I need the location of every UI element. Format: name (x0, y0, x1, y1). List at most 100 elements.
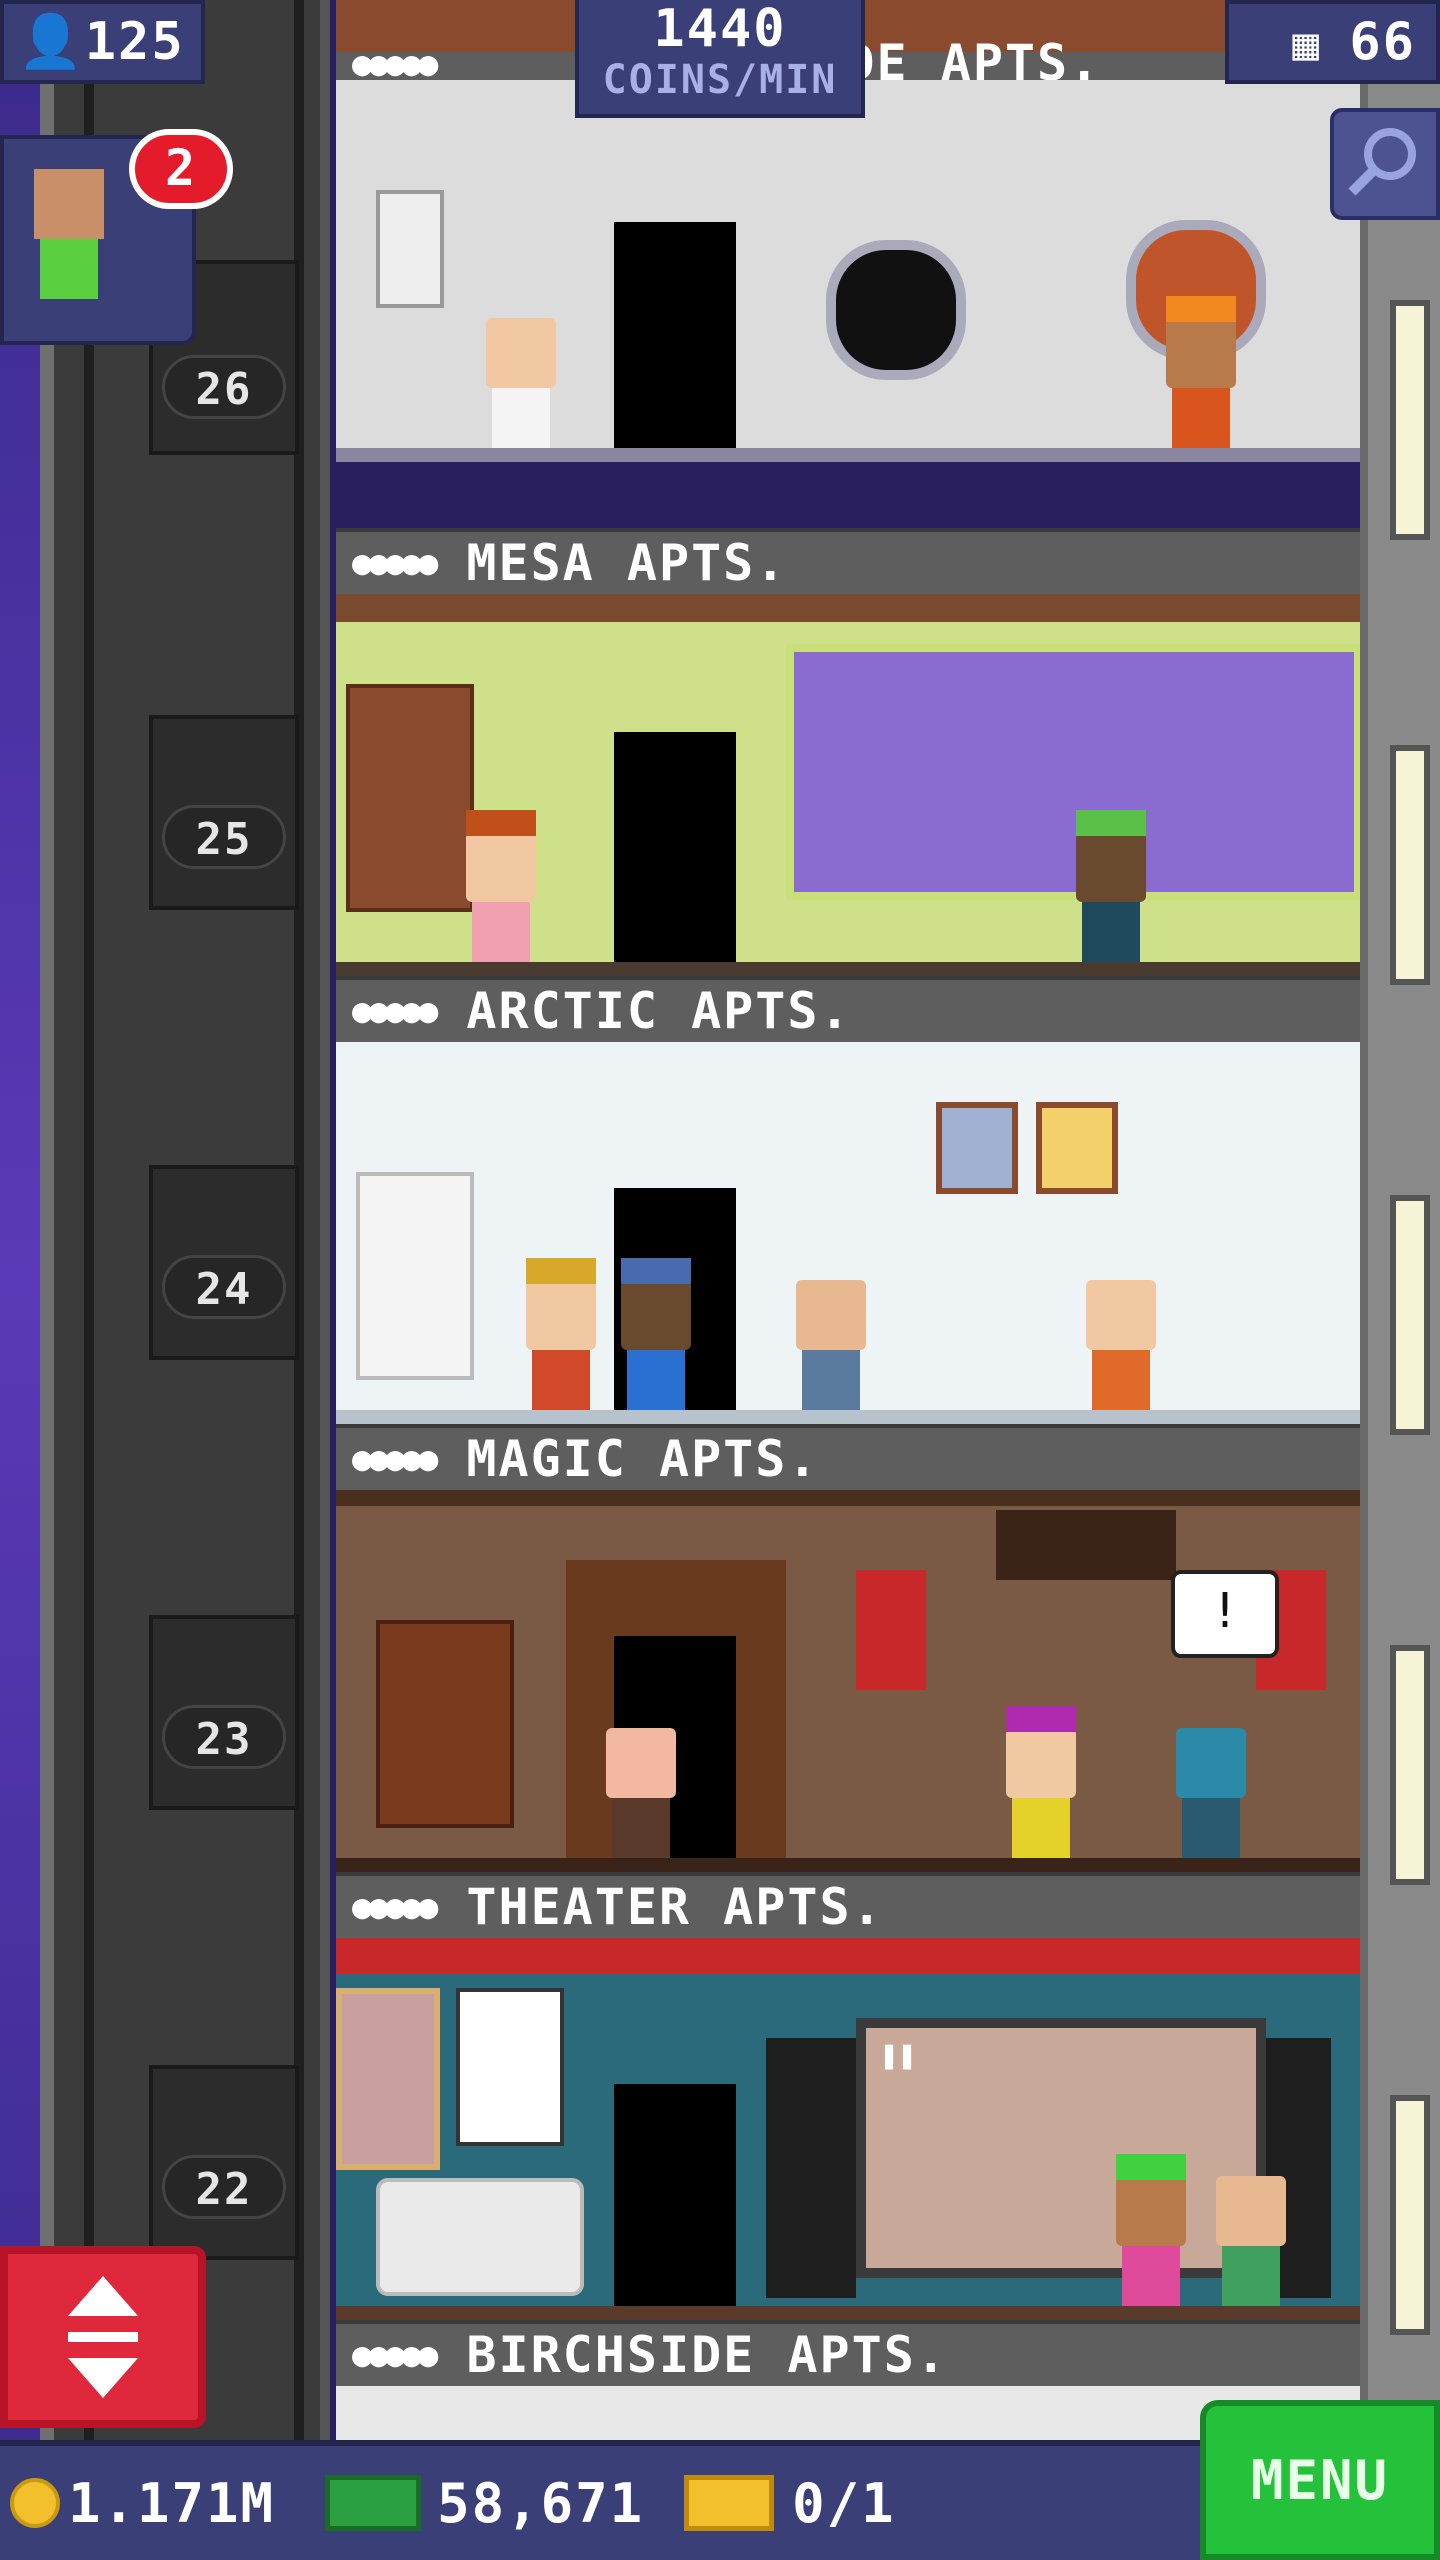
bitizen-body (802, 1350, 860, 1410)
bitizen-head (621, 1280, 691, 1350)
person-icon: 👤 (18, 12, 85, 72)
coin-icon (10, 2478, 60, 2528)
floor-name: MAGIC APTS. (466, 1430, 820, 1488)
bitizen[interactable] (1216, 2176, 1286, 2306)
banner (856, 1570, 926, 1690)
elevator-button[interactable] (0, 2246, 206, 2428)
ceiling-trim (336, 1938, 1360, 1974)
coins-display[interactable]: 1.171M (10, 2472, 275, 2535)
room-door (614, 2084, 736, 2320)
population-counter[interactable]: 👤125 (0, 0, 205, 84)
room-interior: ❚❚ (336, 1938, 1360, 2320)
zoom-button[interactable] (1330, 108, 1440, 220)
notification-badge: 2 (129, 129, 233, 209)
ticket-icon (684, 2475, 775, 2531)
bitizen-head (796, 1280, 866, 1350)
building-icon: ▦ (1292, 19, 1350, 70)
floor-name: BIRCHSIDE APTS. (466, 2326, 948, 2384)
coins-rate-value: 1440 (653, 0, 787, 59)
bitizen-head (1116, 2176, 1186, 2246)
bookshelf (376, 1620, 514, 1828)
hat (466, 810, 536, 836)
bitizen-body (492, 388, 550, 448)
floor-name: MESA APTS. (466, 534, 788, 592)
bitizen[interactable] (796, 1280, 866, 1410)
bux-value: 58,671 (437, 2471, 645, 2535)
bitizen[interactable] (606, 1728, 676, 1858)
bitizen[interactable] (486, 318, 556, 448)
tickets-display[interactable]: 0/1 (684, 2472, 896, 2535)
floor-25-mesa[interactable]: ●●●●● MESA APTS. (336, 528, 1360, 976)
ceiling-trim (336, 1490, 1360, 1506)
room-floor (336, 1858, 1360, 1872)
room-floor (336, 1410, 1360, 1424)
sofa (376, 2178, 584, 2296)
floor-number: 24 (162, 1255, 286, 1319)
refrigerator (356, 1172, 474, 1380)
room-floor (336, 448, 1360, 462)
bitizen[interactable] (1116, 2154, 1186, 2306)
cap (1076, 810, 1146, 836)
bitizen-body (627, 1350, 685, 1410)
bitizen-body (1012, 1798, 1070, 1858)
edge-window (1390, 2095, 1430, 2335)
speech-bubble-icon[interactable]: ! (1171, 1570, 1279, 1658)
bitizen-body (1222, 2246, 1280, 2306)
visitor-body (40, 239, 98, 299)
people-icons: ●●●●● (352, 44, 438, 84)
room-interior (336, 1042, 1360, 1424)
picture-frame (1036, 1102, 1118, 1194)
floor-22-theater[interactable]: ●●●●● THEATER APTS. ❚❚ (336, 1872, 1360, 2320)
edge-window (1390, 745, 1430, 985)
bitizen[interactable] (1166, 296, 1236, 448)
bitizen[interactable] (1076, 810, 1146, 962)
room-floor (336, 2306, 1360, 2320)
bitizen-head (466, 832, 536, 902)
bitizen[interactable] (1006, 1706, 1076, 1858)
floor-24-arctic[interactable]: ●●●●● ARCTIC APTS. (336, 976, 1360, 1424)
elevator-shaft[interactable]: 26 25 24 23 22 (40, 0, 330, 2440)
edge-window (1390, 300, 1430, 540)
speaker (766, 2038, 856, 2298)
visitor-head (34, 169, 104, 239)
population-value: 125 (84, 12, 185, 72)
people-icons: ●●●●● (352, 1887, 438, 1927)
room-door (614, 732, 736, 976)
bux-display[interactable]: 58,671 (325, 2472, 644, 2535)
bitizen-head (526, 1280, 596, 1350)
tickets-value: 0/1 (792, 2471, 896, 2535)
floor-label-bar: ●●●●● BIRCHSIDE APTS. (336, 2320, 1360, 2386)
floor-label-bar: ●●●●● ARCTIC APTS. (336, 976, 1360, 1042)
bitizen-head (1006, 1728, 1076, 1798)
bitizen[interactable] (1086, 1280, 1156, 1410)
floor-23-magic[interactable]: ●●●●● MAGIC APTS. ! (336, 1424, 1360, 1872)
building-edge (1360, 0, 1440, 2440)
wall-panel (376, 190, 444, 308)
room-interior (336, 594, 1360, 976)
bitizen-head (606, 1728, 676, 1798)
hardhat (1166, 296, 1236, 322)
pause-icon[interactable]: ❚❚ (880, 2038, 916, 2073)
bitizen[interactable] (526, 1258, 596, 1410)
room-floor (336, 962, 1360, 976)
bitizen-head (1176, 1728, 1246, 1798)
bitizen-body (1122, 2246, 1180, 2306)
poster (336, 1988, 440, 2170)
bitizen-body (1082, 902, 1140, 962)
menu-button[interactable]: MENU (1200, 2400, 1440, 2560)
room-interior: ! (336, 1490, 1360, 1872)
floor-name: THEATER APTS. (466, 1878, 884, 1936)
bitizen-head (1166, 318, 1236, 388)
bitizen[interactable] (621, 1258, 691, 1410)
shaft-rail (84, 0, 94, 2440)
porthole (826, 240, 966, 380)
bitizen[interactable] (466, 810, 536, 962)
visitor-card[interactable]: 2 (0, 129, 233, 345)
poster (456, 1988, 564, 2146)
floor-26-lab[interactable] (336, 80, 1360, 528)
window (786, 644, 1360, 900)
bitizen-head (1076, 832, 1146, 902)
bitizen[interactable] (1176, 1728, 1246, 1858)
floors-counter[interactable]: ▦ 66 (1225, 0, 1440, 84)
bitizen-head (486, 318, 556, 388)
